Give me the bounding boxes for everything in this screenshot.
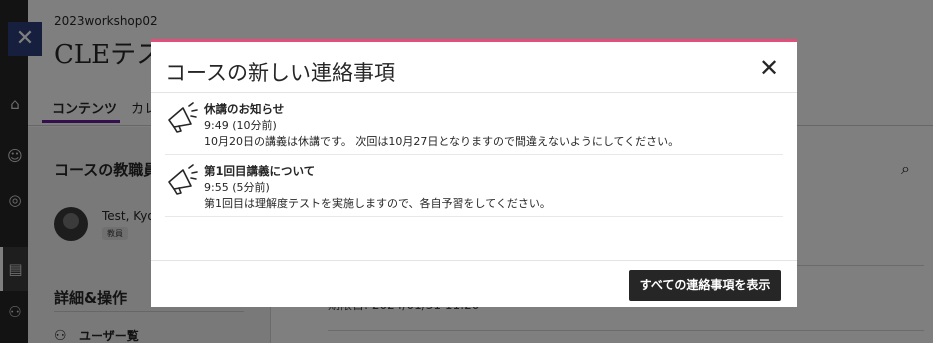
announcement-time: 9:49 (10分前) (204, 119, 277, 132)
announcement-body: 10月20日の講義は休講です。 次回は10月27日となりますので間違えないように… (204, 135, 680, 148)
announcement-body: 第1回目は理解度テストを実施しますので、各自予習をしてください。 (204, 197, 551, 210)
new-announcements-dialog: コースの新しい連絡事項 ✕ 休講のお知らせ 9:49 (10分前) 10月20日… (151, 39, 797, 307)
divider (151, 260, 797, 261)
show-all-announcements-button[interactable]: すべての連絡事項を表示 (629, 270, 781, 301)
announcement-time: 9:55 (5分前) (204, 181, 270, 194)
list-item[interactable]: 第1回目講義について 9:55 (5分前) 第1回目は理解度テストを実施しますの… (165, 156, 783, 217)
megaphone-icon (168, 102, 198, 133)
divider (151, 92, 797, 93)
dialog-title: コースの新しい連絡事項 (165, 61, 395, 85)
announcement-title[interactable]: 休講のお知らせ (204, 101, 284, 117)
megaphone-icon (168, 164, 198, 195)
list-item[interactable]: 休講のお知らせ 9:49 (10分前) 10月20日の講義は休講です。 次回は1… (165, 94, 783, 155)
announcement-title[interactable]: 第1回目講義について (204, 163, 315, 179)
close-icon[interactable]: ✕ (755, 54, 783, 82)
